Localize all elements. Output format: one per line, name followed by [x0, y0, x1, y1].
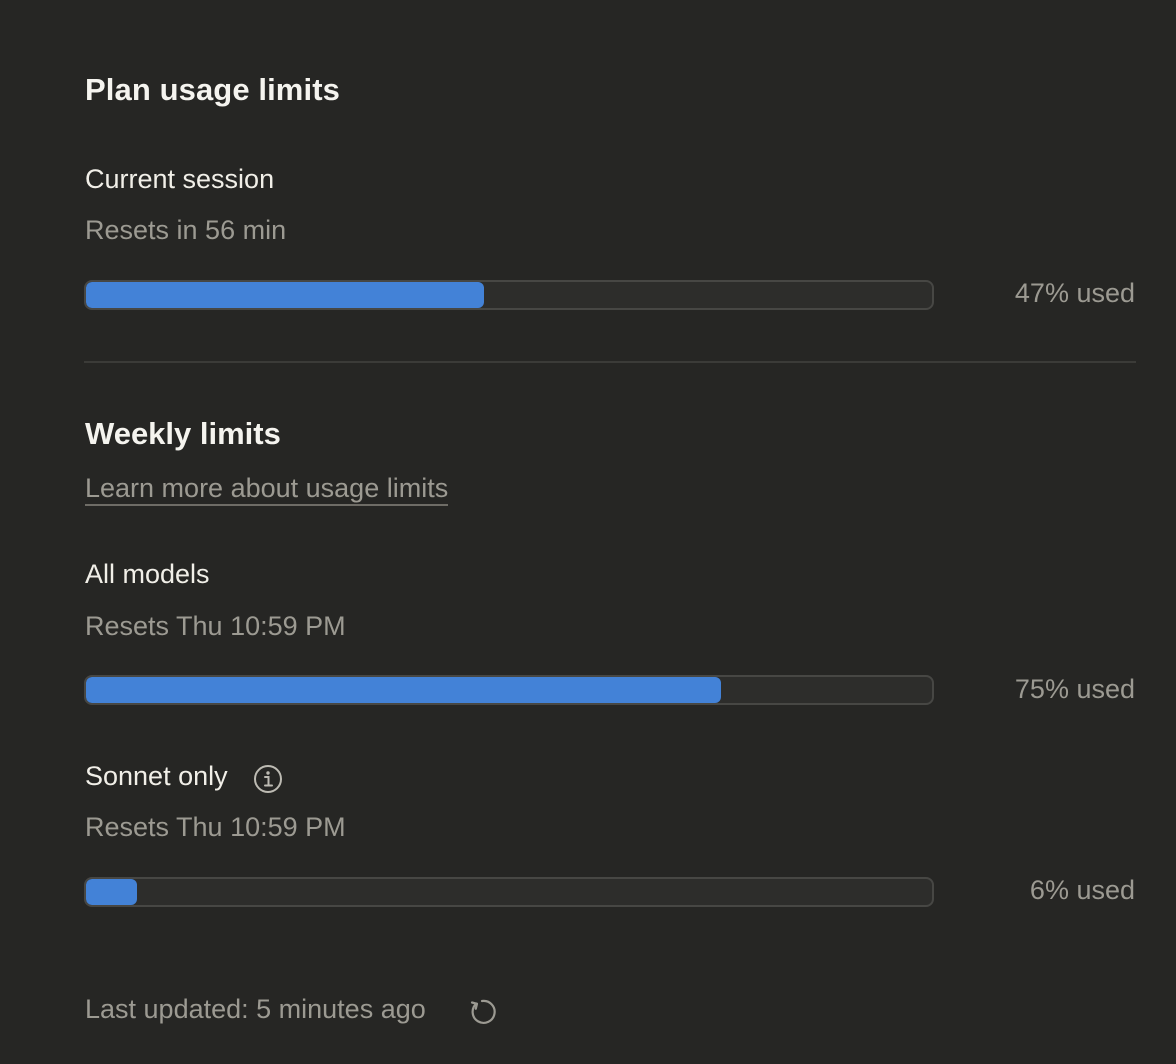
- weekly-limits-title: Weekly limits: [85, 416, 281, 451]
- current-session-reset: Resets in 56 min: [85, 215, 287, 245]
- current-session-label: Current session: [85, 164, 275, 194]
- refresh-icon[interactable]: [467, 997, 497, 1027]
- learn-more-link[interactable]: Learn more about usage limits: [85, 472, 449, 506]
- current-session-percent: 47% used: [1014, 278, 1135, 308]
- last-updated-text: Last updated: 5 minutes ago: [85, 994, 426, 1024]
- sonnet-only-reset: Resets Thu 10:59 PM: [85, 812, 346, 842]
- all-models-label: All models: [85, 559, 210, 589]
- info-icon[interactable]: [253, 764, 283, 794]
- sonnet-only-label: Sonnet only: [85, 761, 228, 791]
- plan-usage-title: Plan usage limits: [85, 72, 340, 107]
- all-models-progress-bar: [84, 675, 934, 705]
- current-session-progress-fill: [86, 282, 484, 308]
- all-models-percent: 75% used: [1014, 674, 1135, 704]
- all-models-progress-fill: [86, 677, 721, 703]
- sonnet-only-progress-bar: [84, 877, 934, 907]
- sonnet-only-progress-fill: [86, 879, 137, 905]
- usage-limits-panel: Plan usage limits Current session Resets…: [0, 0, 1176, 1064]
- all-models-reset: Resets Thu 10:59 PM: [85, 611, 346, 641]
- section-divider: [84, 361, 1136, 363]
- current-session-progress-bar: [84, 280, 934, 310]
- sonnet-only-percent: 6% used: [1029, 875, 1135, 905]
